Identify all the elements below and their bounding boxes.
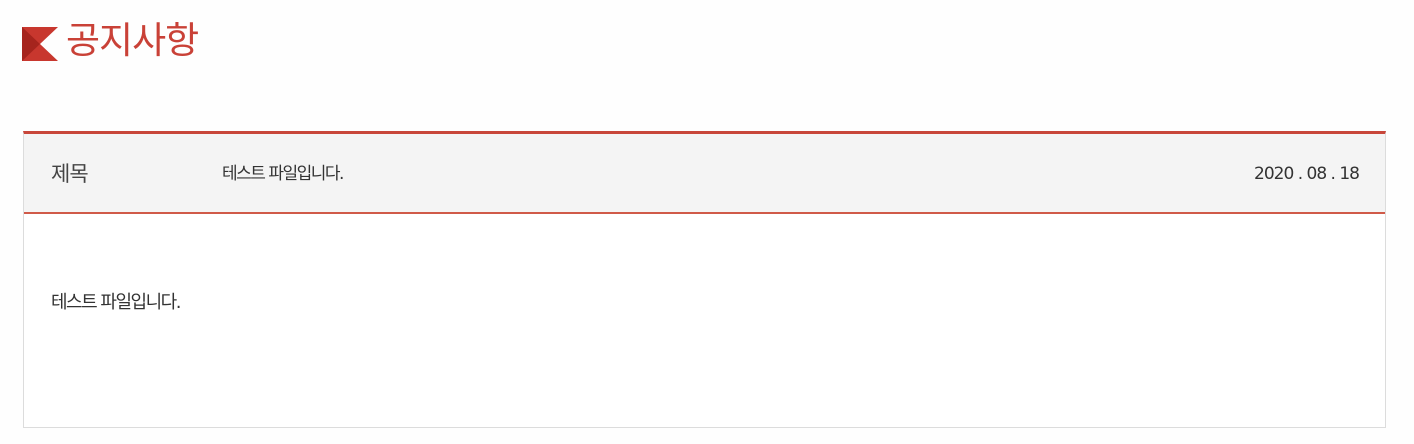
page-header: 공지사항 <box>22 12 199 68</box>
notice-content: 테스트 파일입니다. <box>51 292 181 313</box>
notice-card: 제목 테스트 파일입니다. 2020 . 08 . 18 테스트 파일입니다. <box>23 131 1386 428</box>
red-flag-icon <box>22 27 58 61</box>
notice-title-row: 제목 테스트 파일입니다. 2020 . 08 . 18 <box>24 134 1385 214</box>
page-title: 공지사항 <box>66 18 199 62</box>
subject-label: 제목 <box>51 162 89 186</box>
notice-date: 2020 . 08 . 18 <box>1254 164 1360 184</box>
notice-subject: 테스트 파일입니다. <box>222 164 344 184</box>
notice-detail-page: 공지사항 제목 테스트 파일입니다. 2020 . 08 . 18 테스트 파일… <box>0 0 1414 444</box>
